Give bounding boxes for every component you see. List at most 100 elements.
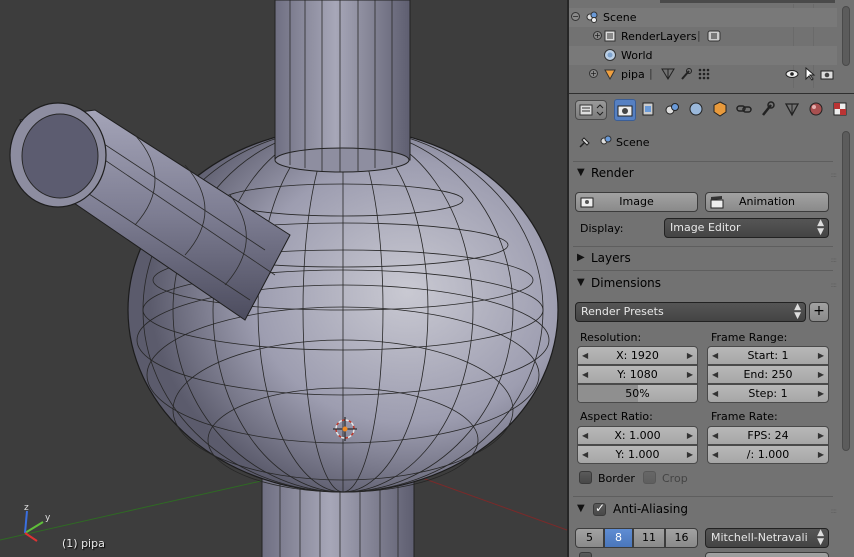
dropdown-value: Render Presets [581,305,664,318]
field-value: X: 1.000 [614,429,661,442]
drag-grip-icon[interactable]: :::: [831,171,838,179]
border-checkbox[interactable] [579,471,592,484]
aa-option-field[interactable] [705,552,829,557]
constraints-tab[interactable] [734,99,756,121]
panel-divider [573,270,833,271]
camera-icon [617,105,633,117]
object-tab[interactable] [710,99,732,121]
outliner-row-world[interactable]: World [569,46,837,65]
expand-toggle-icon[interactable]: + [593,31,602,40]
render-layers-tab[interactable] [638,99,660,121]
outliner-scrollbar[interactable] [842,6,850,66]
render-panel-header[interactable]: ▼ Render [571,163,835,185]
resolution-x-field[interactable]: ◀ X: 1920 ▶ [577,346,698,365]
aa-samples-5-button[interactable]: 5 [575,528,604,548]
collapse-toggle-icon[interactable]: − [571,12,580,21]
data-tab[interactable] [782,99,804,121]
aa-samples-8-button[interactable]: 8 [604,528,633,548]
field-value: Y: 1.000 [615,448,660,461]
render-layer-icon[interactable] [707,29,721,43]
mesh-object-icon [604,69,616,81]
modifiers-tab[interactable] [758,99,780,121]
world-tab[interactable] [686,99,708,121]
crop-label: Crop [662,472,688,485]
camera-renderable-icon[interactable] [820,67,834,81]
aspect-y-field[interactable]: ◀ Y: 1.000 ▶ [577,445,698,464]
editor-type-selector[interactable] [575,100,607,120]
mesh-data-icon[interactable] [661,67,675,81]
outliner-row-pipa[interactable]: + pipa | [569,65,837,84]
aa-filter-dropdown[interactable]: Mitchell-Netravali ▲ ▼ [705,528,829,548]
updown-arrow-icon: ▲ ▼ [794,302,801,321]
spout-opening [21,113,99,199]
panel-divider [573,246,833,247]
properties-editor-icon [579,104,604,116]
x-axis-line [399,469,567,531]
outliner-panel[interactable]: − Scene + RenderLayers | World + pipa | [569,0,854,93]
context-path: Scene [616,136,650,149]
aa-samples-16-button[interactable]: 16 [665,528,698,548]
properties-panel[interactable]: Scene ▼ Render :::: Image Animation Disp… [569,125,854,557]
resolution-label: Resolution: [580,331,642,344]
panel-title: Anti-Aliasing [613,502,688,516]
properties-scrollbar[interactable] [842,131,850,451]
expand-triangle-icon: ▶ [577,252,585,263]
outliner-label: Scene [603,11,637,24]
eye-visibility-icon[interactable] [785,67,799,81]
drag-grip-icon[interactable]: :::: [831,256,838,264]
aa-option-checkbox[interactable] [579,552,592,557]
anti-aliasing-checkbox[interactable] [593,501,606,516]
render-presets-dropdown[interactable]: Render Presets ▲ ▼ [575,302,806,322]
viewport-scene[interactable]: y z [0,0,567,557]
mesh-data-icon [784,103,800,117]
collapse-triangle-icon: ▼ [577,503,585,514]
frame-step-field[interactable]: ◀ Step: 1 ▶ [707,384,829,403]
cursor-selectable-icon[interactable] [803,67,817,81]
dimensions-panel-header[interactable]: ▼ Dimensions [571,273,835,295]
render-still-icon [580,197,594,208]
anti-aliasing-panel-header[interactable]: ▼ Anti-Aliasing [571,499,835,521]
aspect-ratio-label: Aspect Ratio: [580,410,653,423]
aa-samples-11-button[interactable]: 11 [633,528,665,548]
pin-icon[interactable] [577,134,593,150]
add-preset-button[interactable]: + [809,302,829,322]
fps-base-field[interactable]: ◀/: 1.000 ▶ [707,445,829,464]
modifier-wrench-icon[interactable] [679,67,693,81]
resolution-percentage-slider[interactable]: 50% [577,384,698,403]
frame-start-field[interactable]: ◀ Start: 1 ▶ [707,346,829,365]
aspect-x-field[interactable]: ◀ X: 1.000 ▶ [577,426,698,445]
axis-z-label: z [24,503,29,513]
drag-grip-icon[interactable]: :::: [831,507,838,515]
updown-arrow-icon: ▲ ▼ [817,218,824,237]
border-label: Border [598,472,635,485]
outliner-separator: | [697,29,701,42]
3d-viewport[interactable]: y z (1) pipa [0,0,567,557]
material-sphere-icon [809,102,823,116]
particles-icon[interactable] [697,67,711,81]
display-dropdown[interactable]: Image Editor ▲ ▼ [664,218,829,238]
panel-title: Layers [591,251,631,265]
collapse-triangle-icon: ▼ [577,277,585,288]
expand-toggle-icon[interactable]: + [589,69,598,78]
scene-tab[interactable] [662,99,684,121]
frame-rate-label: Frame Rate: [711,410,778,423]
resolution-y-field[interactable]: ◀ Y: 1080 ▶ [577,365,698,384]
frame-end-field[interactable]: ◀ End: 250 ▶ [707,365,829,384]
field-value: /: 1.000 [746,448,790,461]
layers-panel-header[interactable]: ▶ Layers [571,248,835,270]
field-value: Start: 1 [747,349,789,362]
render-tab[interactable] [614,99,636,121]
frame-range-label: Frame Range: [711,331,788,344]
panel-divider [573,161,833,162]
outliner-row-scene[interactable]: − Scene [569,8,837,27]
clapper-icon [710,196,724,209]
render-animation-button[interactable]: Animation [705,192,829,212]
fps-field[interactable]: ◀ FPS: 24 ▶ [707,426,829,445]
texture-tab[interactable] [830,99,852,121]
world-icon [604,49,616,61]
crop-checkbox[interactable] [643,471,656,484]
drag-grip-icon[interactable]: :::: [831,281,838,289]
outliner-row-renderlayers[interactable]: + RenderLayers | [569,27,837,46]
render-image-button[interactable]: Image [575,192,698,212]
material-tab[interactable] [806,99,828,121]
